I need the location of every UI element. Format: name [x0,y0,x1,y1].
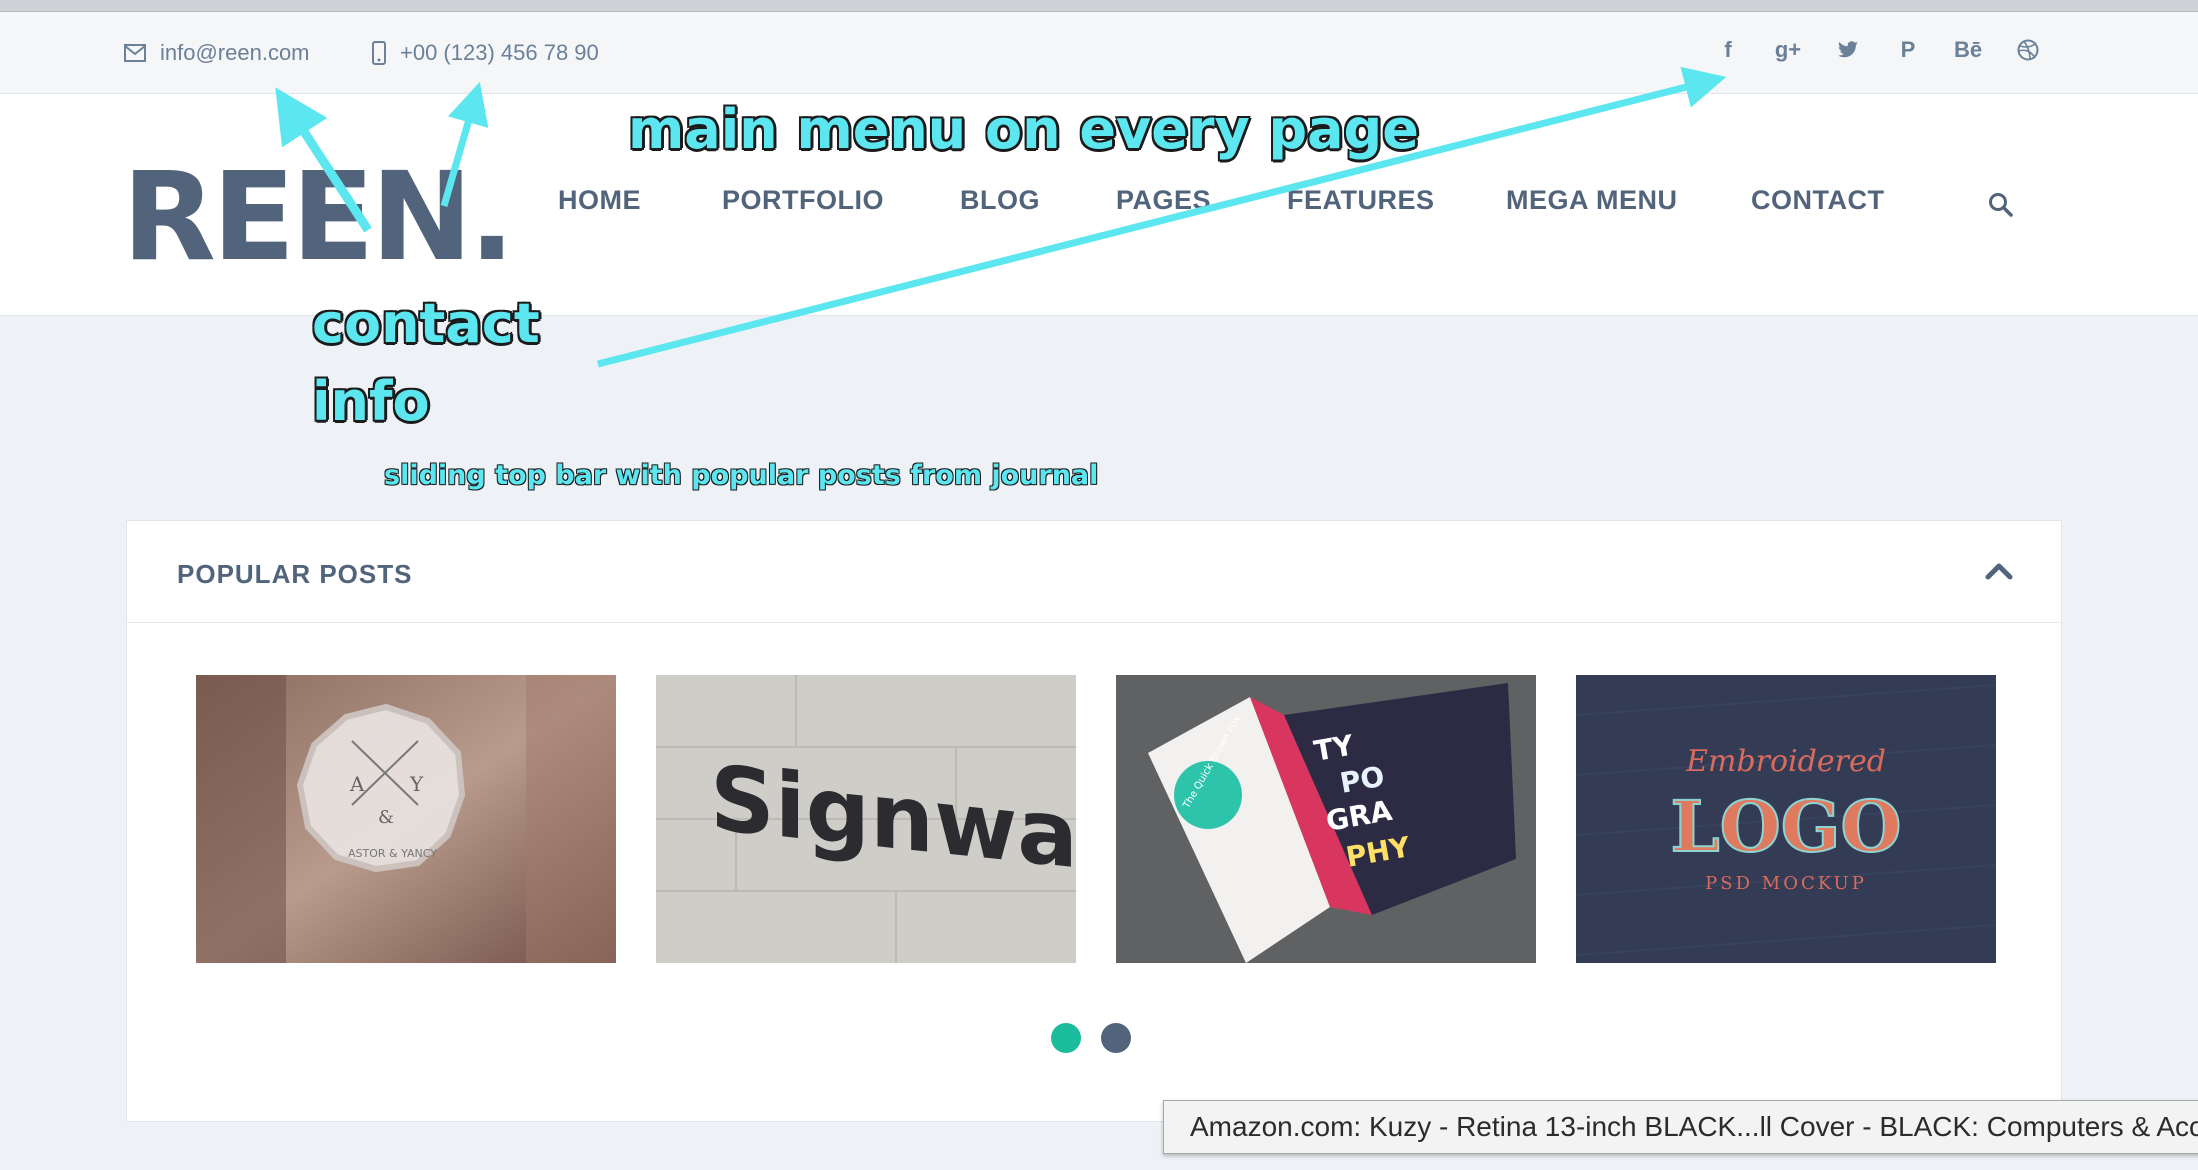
nav-mega-menu[interactable]: MEGA MENU [1506,185,1678,216]
link-tooltip: Amazon.com: Kuzy - Retina 13-inch BLACK.… [1163,1100,2198,1154]
thumb1-text-y: Y [409,772,424,796]
dribbble-icon[interactable] [1998,30,2058,70]
facebook-icon[interactable]: f [1698,30,1758,70]
top-bar: info@reen.com +00 (123) 456 78 90 f g+ P… [0,12,2198,94]
thumb1-text-amp: & [378,807,394,828]
email-contact[interactable]: info@reen.com [124,12,310,94]
browser-chrome-edge [0,0,2198,12]
nav-home[interactable]: HOME [558,185,641,216]
site-logo[interactable]: REEN. [122,156,515,278]
thumb4-mockup: PSD MOCKUP [1705,873,1867,894]
envelope-icon [124,44,146,62]
nav-blog[interactable]: BLOG [960,185,1040,216]
thumb4-logo: LOGO [1671,785,1902,868]
signwall-thumb[interactable]: Signwall [656,675,1076,963]
annotation-main-menu: main menu on every page [628,98,1419,161]
popular-posts-title: POPULAR POSTS [177,559,413,589]
thumb1-text-a: A [349,772,365,796]
google-plus-icon[interactable]: g+ [1758,30,1818,70]
carousel-dot-active[interactable] [1051,1023,1081,1053]
mobile-phone-icon [372,41,386,65]
annotation-contact-line2: info [312,370,430,433]
twitter-icon[interactable] [1818,30,1878,70]
popular-posts-header[interactable]: POPULAR POSTS [127,521,2061,623]
chevron-up-icon[interactable] [1985,561,2013,586]
nav-contact[interactable]: CONTACT [1751,185,1884,216]
popular-posts-panel: POPULAR POSTS A Y & ASTOR & YANCY Signwa… [126,520,2062,1122]
thumb3-ty: TY [1311,728,1356,767]
typography-thumb[interactable]: The Quick Brown Fox TY PO GRA PHY [1116,675,1536,963]
thumb1-text-name: ASTOR & YANCY [348,847,437,860]
social-links: f g+ P Bē [1698,12,2058,88]
behance-icon[interactable]: Bē [1938,30,1998,70]
carousel-dots [1051,1023,1131,1053]
email-text: info@reen.com [160,40,310,65]
pinterest-icon[interactable]: P [1878,30,1938,70]
nav-portfolio[interactable]: PORTFOLIO [722,185,884,216]
nav-features[interactable]: FEATURES [1287,185,1435,216]
astor-yancy-thumb[interactable]: A Y & ASTOR & YANCY [196,675,616,963]
carousel-dot[interactable] [1101,1023,1131,1053]
nav-pages[interactable]: PAGES [1116,185,1211,216]
phone-text: +00 (123) 456 78 90 [400,40,599,65]
embroidered-logo-thumb[interactable]: Embroidered LOGO PSD MOCKUP [1576,675,1996,963]
annotation-contact-line1: contact [312,292,540,355]
thumb4-embroidered: Embroidered [1685,744,1886,779]
phone-contact[interactable]: +00 (123) 456 78 90 [372,12,599,94]
search-icon[interactable] [1988,192,2014,223]
annotation-sliding-bar: sliding top bar with popular posts from … [384,460,1099,491]
